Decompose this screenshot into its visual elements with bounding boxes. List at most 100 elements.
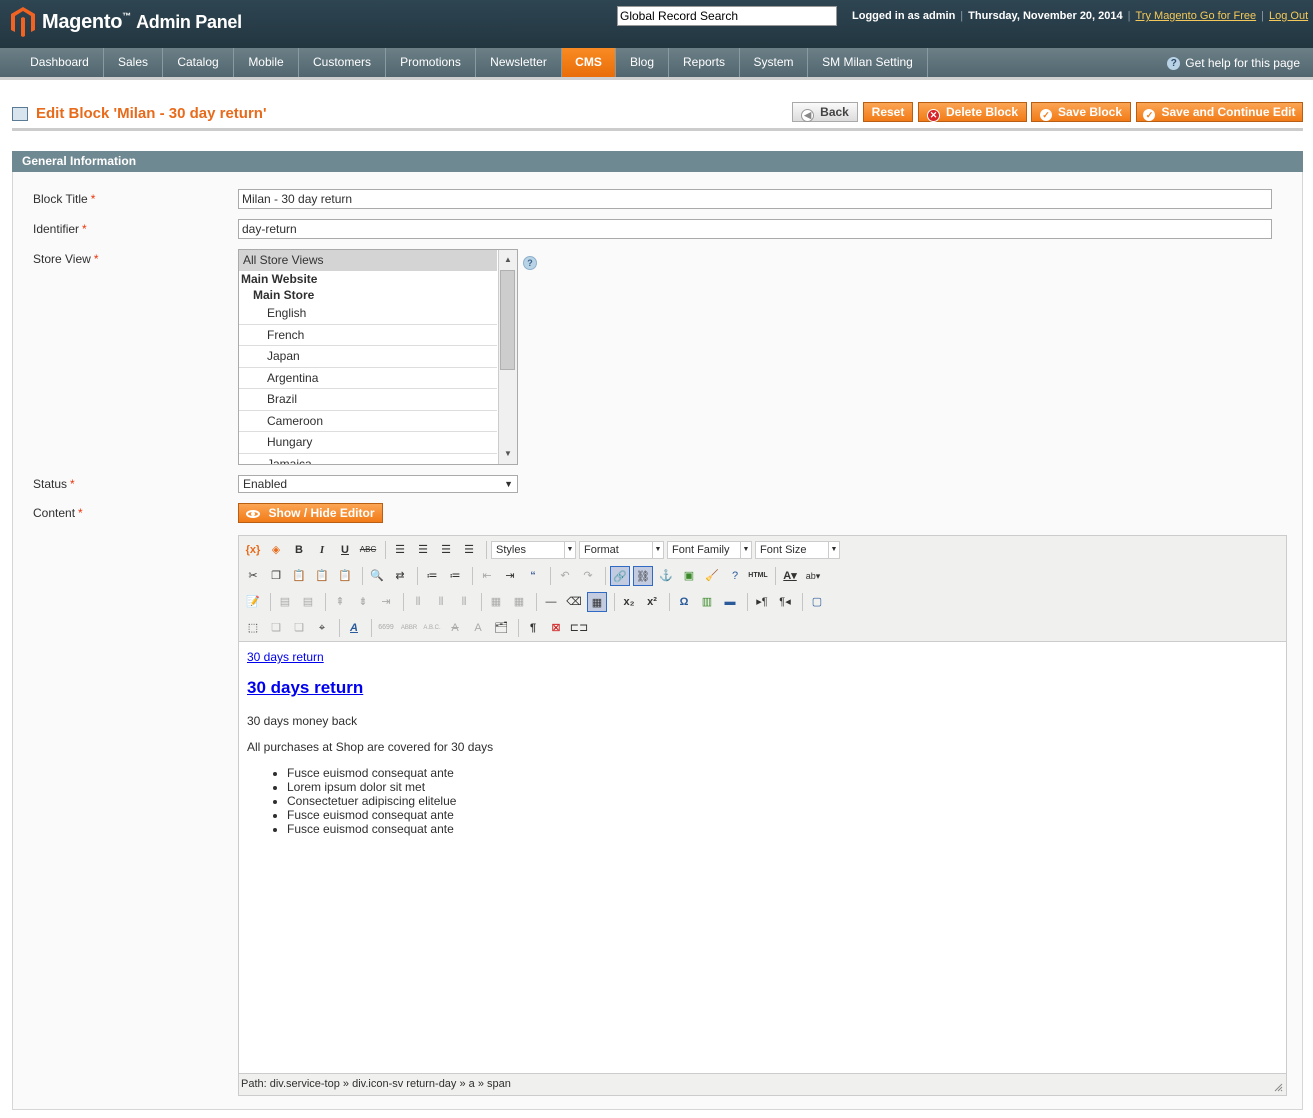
style-props-icon[interactable]: A <box>344 618 364 638</box>
image-icon[interactable]: ▣ <box>679 566 699 586</box>
store-view-scrollbar[interactable]: ▲ ▼ <box>498 250 517 464</box>
html-source-icon[interactable]: HTML <box>748 566 768 586</box>
nav-promotions[interactable]: Promotions <box>386 48 476 77</box>
fullscreen-icon[interactable]: ▢ <box>807 592 827 612</box>
reset-button[interactable]: Reset <box>863 102 913 122</box>
delete-row-icon[interactable]: ⇥ <box>376 592 396 612</box>
special-char-icon[interactable]: Ω <box>674 592 694 612</box>
text-color-icon[interactable]: A▾ <box>780 566 800 586</box>
visual-aid-icon[interactable]: ▦ <box>587 592 607 612</box>
align-left-icon[interactable]: ☰ <box>390 540 410 560</box>
cut-icon[interactable]: ✂ <box>243 566 263 586</box>
insert-col-before-icon[interactable]: ⫴ <box>408 592 428 612</box>
insert-variable-icon[interactable]: {x} <box>243 540 263 560</box>
move-forward-icon[interactable]: ❏ <box>266 618 286 638</box>
store-view-option[interactable]: English <box>239 303 497 325</box>
insert-row-before-icon[interactable]: ⇞ <box>330 592 350 612</box>
show-blocks-icon[interactable]: ¶ <box>523 618 543 638</box>
undo-icon[interactable]: ↶ <box>555 566 575 586</box>
insert-table-icon[interactable]: 📝 <box>243 592 263 612</box>
global-search-input[interactable] <box>617 6 837 26</box>
copy-icon[interactable]: ❐ <box>266 566 286 586</box>
redo-icon[interactable]: ↷ <box>578 566 598 586</box>
subscript-icon[interactable]: x₂ <box>619 592 639 612</box>
styles-dropdown[interactable]: Styles ▼ <box>491 541 576 559</box>
store-view-option[interactable]: French <box>239 325 497 346</box>
insert-col-after-icon[interactable]: ⫴ <box>431 592 451 612</box>
store-view-option[interactable]: Argentina <box>239 368 497 389</box>
try-magento-link[interactable]: Try Magento Go for Free <box>1136 10 1257 22</box>
nav-mobile[interactable]: Mobile <box>234 48 299 77</box>
advanced-hr-icon[interactable]: ▬ <box>720 592 740 612</box>
nav-sales[interactable]: Sales <box>104 48 163 77</box>
store-view-option[interactable]: Cameroon <box>239 411 497 432</box>
indent-icon[interactable]: ⇥ <box>500 566 520 586</box>
replace-icon[interactable]: ⇄ <box>390 566 410 586</box>
path-item[interactable]: span <box>487 1078 511 1090</box>
path-item[interactable]: div.icon-sv return-day <box>352 1078 456 1090</box>
help-icon[interactable]: ? <box>725 566 745 586</box>
scroll-up-icon[interactable]: ▲ <box>499 252 517 268</box>
ltr-icon[interactable]: ▸¶ <box>752 592 772 612</box>
nav-reports[interactable]: Reports <box>669 48 740 77</box>
paste-text-icon[interactable]: 📋 <box>312 566 332 586</box>
nav-dashboard[interactable]: Dashboard <box>16 48 104 77</box>
content-link[interactable]: 30 days return <box>247 650 324 664</box>
media-icon[interactable]: ▥ <box>697 592 717 612</box>
nav-catalog[interactable]: Catalog <box>163 48 234 77</box>
delete-col-icon[interactable]: ⫴ <box>454 592 474 612</box>
logout-link[interactable]: Log Out <box>1269 10 1308 22</box>
numbered-list-icon[interactable]: ≔ <box>445 566 465 586</box>
merge-cells-icon[interactable]: ▦ <box>509 592 529 612</box>
help-link[interactable]: ? Get help for this page <box>1167 56 1300 70</box>
background-color-icon[interactable]: ab▾ <box>803 566 823 586</box>
block-title-input[interactable]: Milan - 30 day return <box>238 189 1272 209</box>
cite-icon[interactable]: 6699 <box>376 618 396 638</box>
align-justify-icon[interactable]: ☰ <box>459 540 479 560</box>
find-icon[interactable]: 🔍 <box>367 566 387 586</box>
underline-icon[interactable]: U <box>335 540 355 560</box>
rtl-icon[interactable]: ¶◂ <box>775 592 795 612</box>
nav-sm-milan-setting[interactable]: SM Milan Setting <box>808 48 928 77</box>
nav-cms[interactable]: CMS <box>562 48 616 77</box>
align-center-icon[interactable]: ☰ <box>413 540 433 560</box>
unlink-icon[interactable]: ⛓ <box>633 566 653 586</box>
split-cells-icon[interactable]: ▦ <box>486 592 506 612</box>
blockquote-icon[interactable]: “ <box>523 566 543 586</box>
insert-row-after-icon[interactable]: ⇟ <box>353 592 373 612</box>
paste-icon[interactable]: 📋 <box>289 566 309 586</box>
path-item[interactable]: div.service-top <box>270 1078 340 1090</box>
scroll-thumb[interactable] <box>500 270 515 370</box>
acronym-icon[interactable]: A.B.C. <box>422 618 442 638</box>
horizontal-rule-icon[interactable]: — <box>541 592 561 612</box>
save-block-button[interactable]: ✓ Save Block <box>1031 102 1131 122</box>
align-right-icon[interactable]: ☰ <box>436 540 456 560</box>
page-break-icon[interactable]: ⊏⊐ <box>569 618 589 638</box>
nonbreaking-icon[interactable]: ⊠ <box>546 618 566 638</box>
italic-icon[interactable]: I <box>312 540 332 560</box>
show-hide-editor-button[interactable]: Show / Hide Editor <box>238 503 383 523</box>
del-icon[interactable]: A <box>445 618 465 638</box>
insert-widget-icon[interactable]: ◈ <box>266 540 286 560</box>
bold-icon[interactable]: B <box>289 540 309 560</box>
attributes-icon[interactable]: 🗂 <box>491 618 511 638</box>
paste-word-icon[interactable]: 📋 <box>335 566 355 586</box>
table-cell-props-icon[interactable]: ▤ <box>298 592 318 612</box>
anchor-icon[interactable]: ⚓ <box>656 566 676 586</box>
delete-block-button[interactable]: ✕ Delete Block <box>918 102 1027 122</box>
superscript-icon[interactable]: x² <box>642 592 662 612</box>
store-view-option[interactable]: Jamaica <box>239 454 497 465</box>
status-select[interactable]: Enabled ▼ <box>238 475 518 493</box>
identifier-input[interactable]: day-return <box>238 219 1272 239</box>
table-row-props-icon[interactable]: ▤ <box>275 592 295 612</box>
store-view-option-all[interactable]: All Store Views <box>239 250 497 271</box>
move-backward-icon[interactable]: ❏ <box>289 618 309 638</box>
link-icon[interactable]: 🔗 <box>610 566 630 586</box>
outdent-icon[interactable]: ⇤ <box>477 566 497 586</box>
scroll-down-icon[interactable]: ▼ <box>499 446 517 462</box>
bullet-list-icon[interactable]: ≔ <box>422 566 442 586</box>
ins-icon[interactable]: A <box>468 618 488 638</box>
back-button[interactable]: ◀ Back <box>792 102 858 122</box>
store-view-option[interactable]: Brazil <box>239 389 497 411</box>
resize-handle-icon[interactable] <box>1273 1082 1283 1092</box>
